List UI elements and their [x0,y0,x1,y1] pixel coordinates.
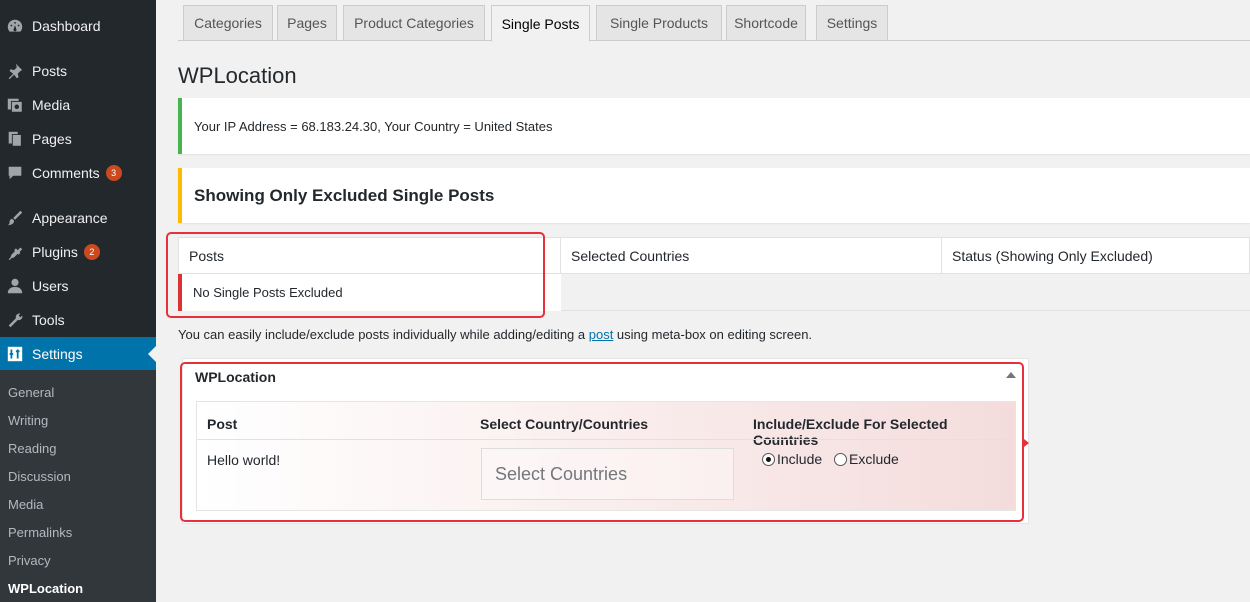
include-radio-option[interactable]: Include [762,451,822,467]
nav-tab-wrapper: Categories Pages Product Categories Sing… [178,5,1250,42]
user-icon [5,276,25,296]
submenu-general[interactable]: General [8,385,54,400]
column-header-status: Status (Showing Only Excluded) [941,237,1250,274]
post-title: Hello world! [207,452,281,468]
menu-label: Dashboard [32,18,101,34]
submenu-wplocation[interactable]: WPLocation [8,581,83,596]
metabox-table: Post Select Country/Countries Include/Ex… [196,401,1016,511]
menu-settings[interactable]: Settings [0,337,156,371]
settings-icon [5,344,25,364]
plugin-icon [5,242,25,262]
empty-row-filler [561,274,1250,311]
menu-label: Posts [32,63,68,79]
page-title: WPLocation [178,63,297,88]
tab-categories[interactable]: Categories [183,5,273,41]
menu-users[interactable]: Users [0,269,156,303]
menu-dashboard[interactable]: Dashboard [0,9,156,43]
submenu-privacy[interactable]: Privacy [8,553,51,568]
exclude-radio-option[interactable]: Exclude [834,451,899,467]
excluded-notice-text: Showing Only Excluded Single Posts [194,186,495,205]
pages-icon [5,129,25,149]
menu-tools[interactable]: Tools [0,303,156,337]
menu-media[interactable]: Media [0,88,156,122]
menu-label: Appearance [32,210,108,226]
menu-comments[interactable]: Comments 3 [0,156,156,190]
menu-plugins[interactable]: Plugins 2 [0,235,156,269]
dashboard-icon [5,16,25,36]
menu-label: Comments [32,165,100,181]
metabox-header-include-exclude: Include/Exclude For Selected Countries [753,416,948,448]
info-text: You can easily include/exclude posts ind… [178,327,812,342]
submenu-permalinks[interactable]: Permalinks [8,525,72,540]
tab-single-products[interactable]: Single Products [596,5,722,41]
menu-label: Users [32,278,69,294]
info-text-after: using meta-box on editing screen. [613,327,813,342]
tab-single-posts[interactable]: Single Posts [491,5,590,42]
submenu-reading[interactable]: Reading [8,441,56,456]
info-text-before: You can easily include/exclude posts ind… [178,327,589,342]
plugins-count-badge: 2 [83,244,100,260]
exclude-radio[interactable] [834,452,847,466]
excluded-notice: Showing Only Excluded Single Posts [178,168,1250,223]
settings-submenu: General Writing Reading Discussion Media… [0,370,156,602]
exclude-label: Exclude [849,451,899,467]
brush-icon [5,208,25,228]
submenu-discussion[interactable]: Discussion [8,469,71,484]
ip-notice: Your IP Address = 68.183.24.30, Your Cou… [178,98,1250,154]
column-header-selected-countries: Selected Countries [560,237,942,274]
menu-pages[interactable]: Pages [0,122,156,156]
menu-appearance[interactable]: Appearance [0,201,156,235]
admin-sidebar: Dashboard Posts Media Pages Comments 3 A… [0,0,156,602]
menu-label: Tools [32,312,65,328]
include-radio[interactable] [762,452,775,466]
menu-label: Settings [32,346,83,362]
menu-label: Pages [32,131,72,147]
wrench-icon [5,310,25,330]
menu-posts[interactable]: Posts [0,54,156,88]
menu-label: Plugins [32,244,78,260]
pin-icon [5,61,25,81]
tab-pages[interactable]: Pages [277,5,337,41]
metabox-header-post: Post [207,416,238,432]
media-icon [5,95,25,115]
metabox-header-countries: Select Country/Countries [480,416,649,432]
ip-notice-text: Your IP Address = 68.183.24.30, Your Cou… [194,119,553,134]
post-link[interactable]: post [589,327,614,342]
submenu-writing[interactable]: Writing [8,413,48,428]
column-header-posts: Posts [178,237,561,274]
metabox-title: WPLocation [195,369,276,385]
comments-count-badge: 3 [105,165,122,181]
menu-label: Media [32,97,71,113]
collapse-arrow-icon[interactable] [1006,372,1016,378]
submenu-media[interactable]: Media [8,497,43,512]
empty-row: No Single Posts Excluded [178,274,561,311]
metabox-divider [197,439,1015,440]
wplocation-metabox: WPLocation Post Select Country/Countries… [182,358,1029,524]
tab-settings[interactable]: Settings [816,5,888,41]
tab-shortcode[interactable]: Shortcode [726,5,806,41]
comment-icon [5,163,25,183]
excluded-posts-table: Posts Selected Countries Status (Showing… [178,237,1250,311]
tab-product-categories[interactable]: Product Categories [343,5,485,41]
country-select[interactable]: Select Countries [481,448,734,500]
include-label: Include [777,451,823,467]
